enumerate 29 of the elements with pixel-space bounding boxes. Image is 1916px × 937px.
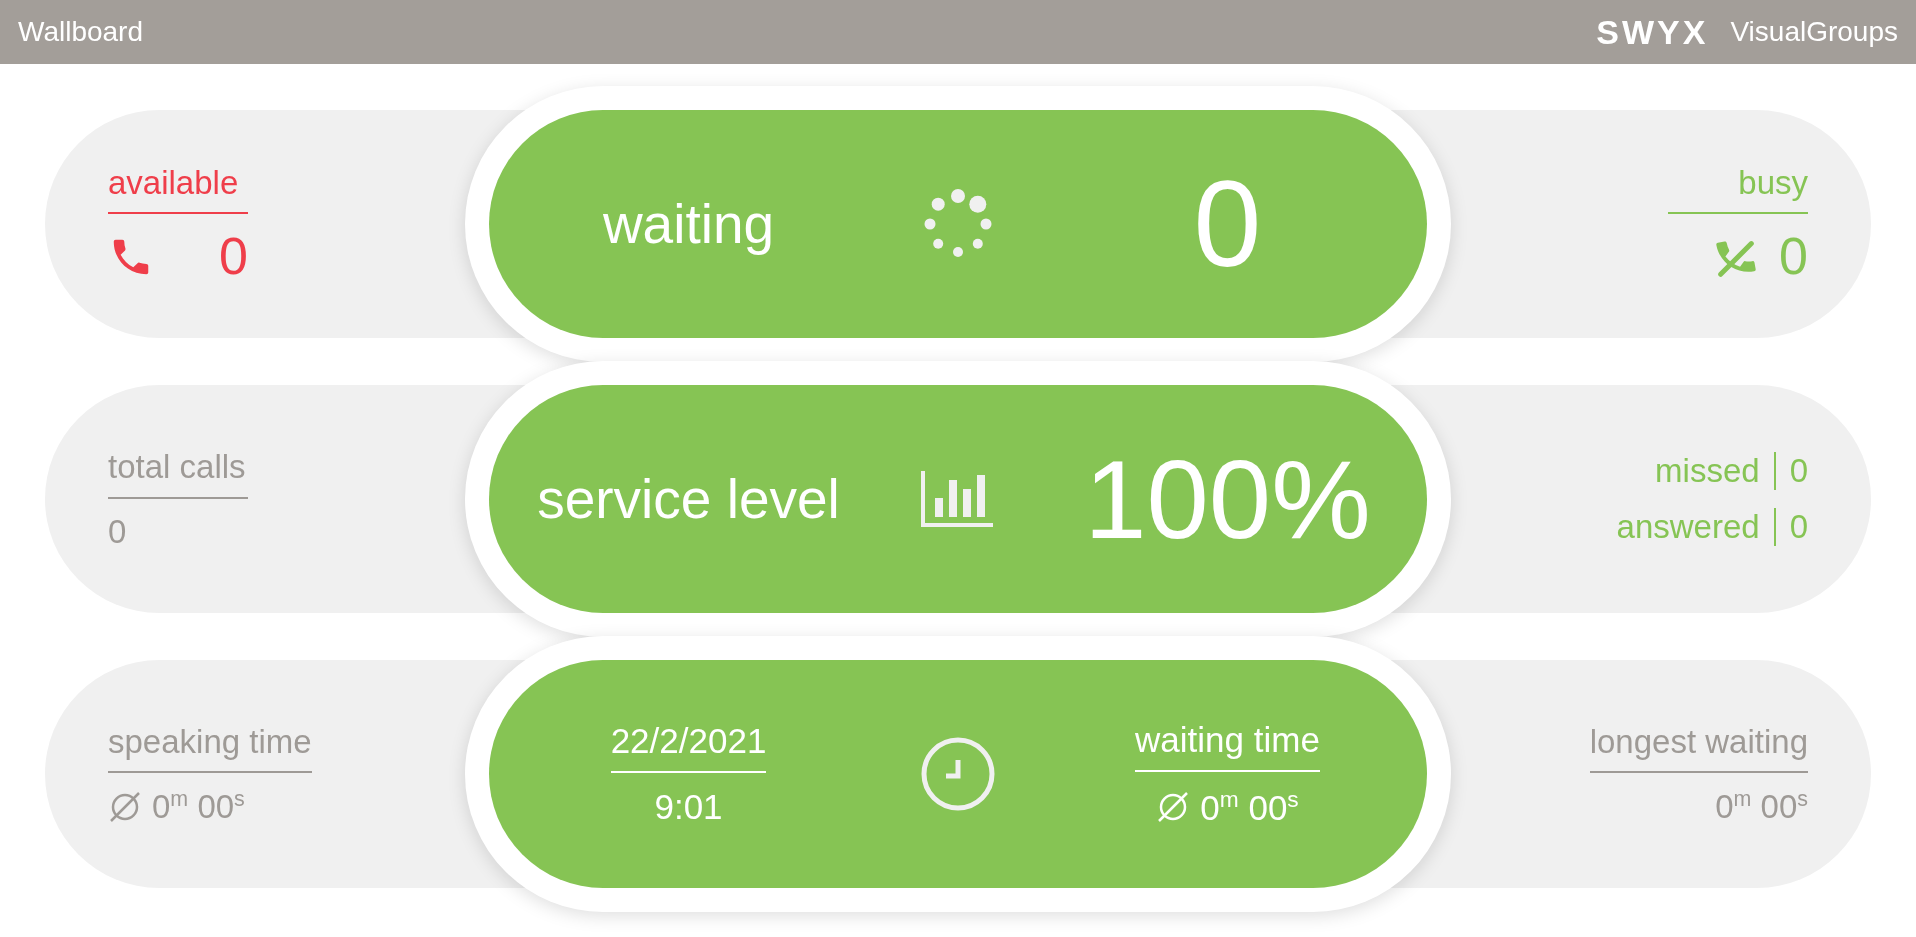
brand-logo: SWYX [1596, 12, 1709, 52]
clock-icon [920, 736, 996, 812]
time-text: 9:01 [654, 787, 723, 827]
result-label: missed [1654, 452, 1761, 490]
waiting-label: waiting [602, 192, 775, 256]
total-calls-label: total calls [108, 447, 247, 487]
waiting-time-value: 0$^{m}$ 00$^{s}$ [1200, 786, 1299, 828]
result-label: answered [1616, 508, 1761, 546]
result-count: 0 [1773, 452, 1808, 490]
page-title: Wallboard [18, 16, 143, 48]
result-count: 0 [1773, 508, 1808, 546]
status-count: 0 [1779, 228, 1808, 286]
waiting-count: 0 [1193, 155, 1262, 294]
longest-waiting-value: 0$^{m}$ 00$^{s}$ [1715, 787, 1808, 827]
speaking-time-label: speaking time [108, 721, 312, 762]
slashed-circle-icon [1156, 790, 1191, 824]
service-level-value: 100% [1084, 435, 1371, 564]
waiting-time-label: waiting time [1135, 720, 1320, 761]
slashed-circle-icon [108, 789, 142, 824]
bar-chart-icon [921, 471, 995, 527]
status-count: 0 [219, 228, 248, 286]
service-level-label: service level [537, 467, 840, 531]
date-text: 22/2/2021 [610, 721, 767, 761]
total-calls-value: 0 [108, 512, 128, 551]
status-label: available [108, 162, 240, 203]
status-label: busy [1738, 162, 1808, 203]
speaking-time-value: 0$^{m}$ 00$^{s}$ [152, 787, 245, 827]
longest-waiting-label: longest waiting [1589, 721, 1808, 762]
product-name: VisualGroups [1730, 16, 1898, 48]
